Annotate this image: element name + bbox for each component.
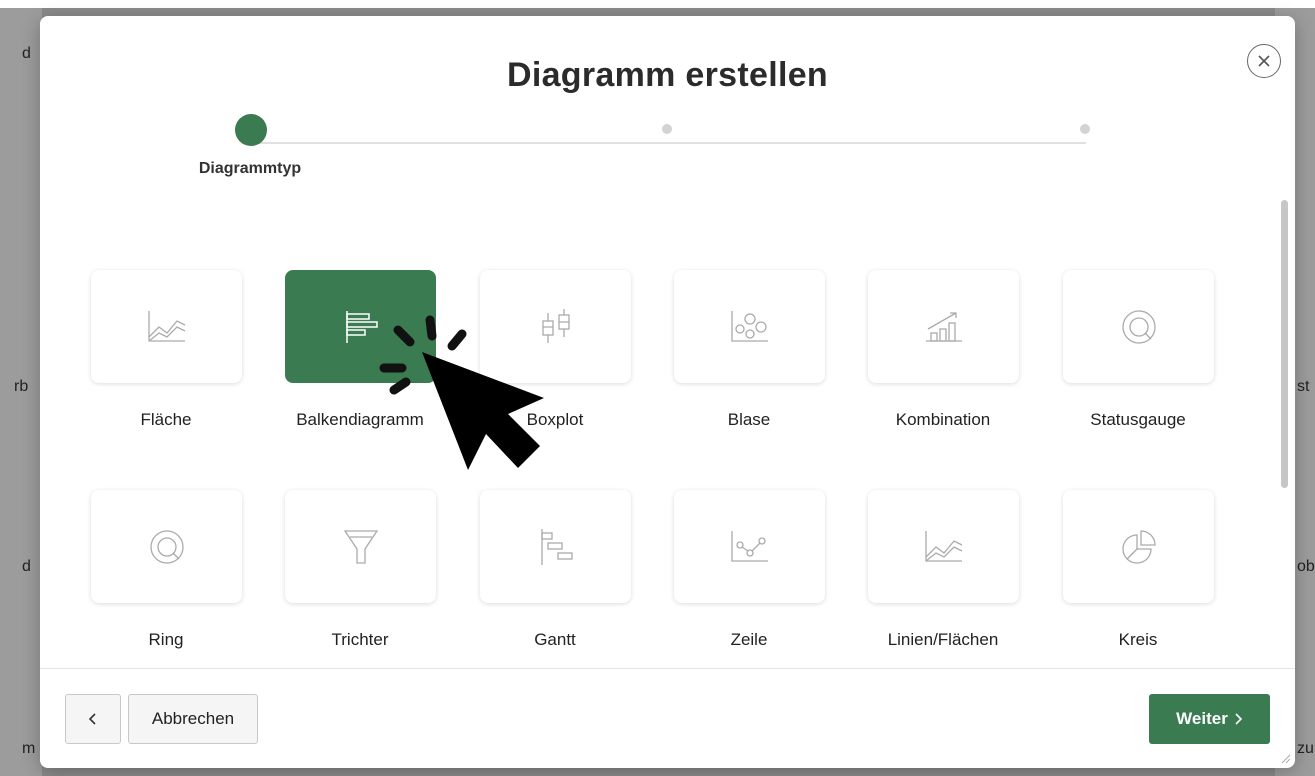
chevron-right-icon — [1235, 713, 1242, 725]
resize-grip-icon[interactable] — [1279, 752, 1291, 764]
chart-type-tile-status-gauge[interactable] — [1063, 270, 1214, 383]
status-gauge-icon — [1121, 309, 1156, 344]
chart-type-label: Linien/Flächen — [887, 630, 999, 649]
chart-type-label: Boxplot — [526, 410, 584, 429]
dialog-scrollbar[interactable] — [1278, 200, 1290, 670]
background-fragment: m — [22, 740, 36, 757]
chart-type-label: Fläche — [140, 410, 192, 429]
chevron-left-icon — [88, 713, 96, 725]
chart-type-tile-area[interactable] — [91, 270, 242, 383]
chart-type-tile-bubble[interactable] — [674, 270, 825, 383]
next-button-label: Weiter — [1176, 709, 1228, 728]
chart-type-label: Kombination — [895, 410, 991, 429]
line-area-chart-icon — [924, 530, 962, 562]
background-fragment: st — [1297, 378, 1310, 395]
chart-type-tile-gantt[interactable] — [480, 490, 631, 603]
dialog-title: Diagramm erstellen — [507, 56, 828, 94]
chart-type-label: Zeile — [730, 630, 768, 649]
background-fragment: rb — [14, 378, 29, 395]
chart-type-grid: Fläche Balkendiagramm Boxplot Blase Komb… — [40, 206, 1277, 668]
chart-type-tile-ring[interactable] — [91, 490, 242, 603]
chart-type-label: Kreis — [1118, 630, 1158, 649]
chart-type-label: Trichter — [331, 630, 389, 649]
combination-chart-icon — [925, 311, 962, 342]
cancel-button[interactable]: Abbrechen — [128, 694, 258, 744]
chart-type-label: Ring — [148, 630, 184, 649]
chart-type-tile-boxplot[interactable] — [480, 270, 631, 383]
ring-chart-icon — [149, 529, 184, 564]
step-indicator-2 — [662, 124, 672, 134]
line-chart-icon — [730, 530, 768, 562]
chart-type-tile-pie[interactable] — [1063, 490, 1214, 603]
chart-type-tile-line-area[interactable] — [868, 490, 1019, 603]
background-page-strip — [0, 0, 1315, 8]
close-icon — [1258, 55, 1270, 67]
next-button[interactable]: Weiter — [1149, 694, 1270, 744]
chart-type-tile-bar[interactable] — [285, 270, 436, 383]
bubble-chart-icon — [730, 310, 768, 342]
funnel-chart-icon — [343, 529, 378, 564]
step-indicator-active — [235, 114, 267, 146]
chart-type-tile-combination[interactable] — [868, 270, 1019, 383]
chart-type-label: Balkendiagramm — [296, 410, 424, 429]
boxplot-icon — [541, 308, 570, 343]
chart-type-label: Blase — [727, 410, 771, 429]
pie-chart-icon — [1121, 529, 1156, 564]
scrollbar-thumb[interactable] — [1281, 200, 1288, 488]
chart-type-label: Statusgauge — [1090, 410, 1186, 429]
step-label-chart-type: Diagrammtyp — [198, 160, 302, 177]
back-button[interactable] — [65, 694, 121, 744]
background-fragment: zu — [1297, 740, 1314, 757]
bar-chart-icon — [345, 310, 378, 343]
gantt-chart-icon — [540, 528, 573, 565]
progress-track — [251, 142, 1086, 144]
close-button[interactable] — [1247, 44, 1281, 78]
chart-type-label: Gantt — [534, 630, 576, 649]
create-chart-dialog: Diagramm erstellen Diagrammtyp Fläche Ba… — [40, 16, 1295, 768]
background-fragment: d — [22, 45, 31, 62]
step-indicator-3 — [1080, 124, 1090, 134]
background-fragment: d — [22, 558, 31, 575]
area-chart-icon — [147, 310, 185, 342]
chart-type-tile-funnel[interactable] — [285, 490, 436, 603]
chart-type-tile-line[interactable] — [674, 490, 825, 603]
background-fragment: ob — [1297, 558, 1315, 575]
